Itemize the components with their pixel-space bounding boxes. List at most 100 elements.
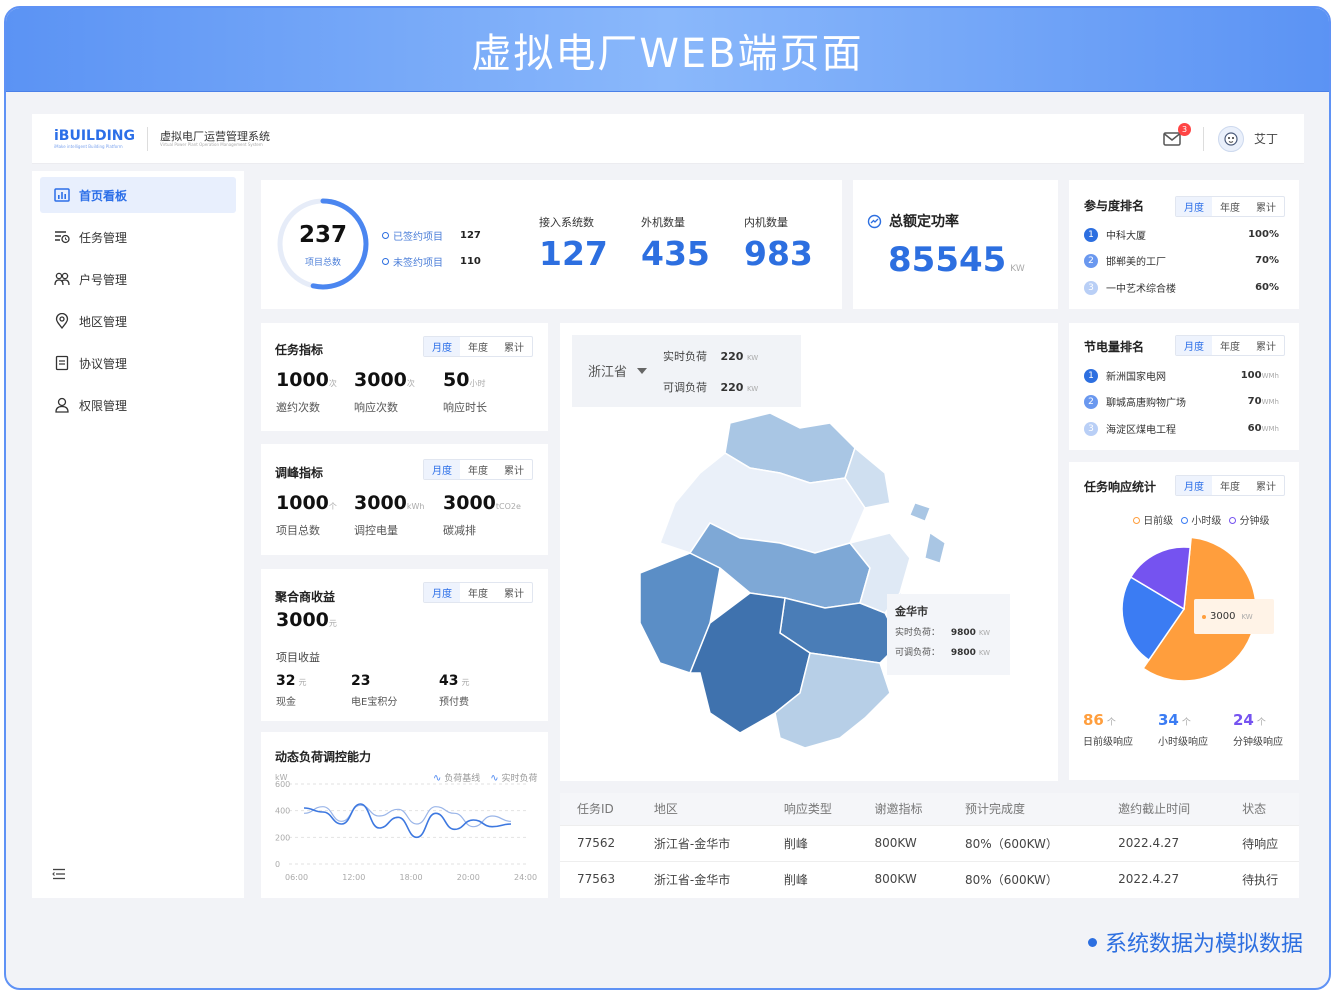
tab-total[interactable]: 累计 [496,583,532,602]
participation-rank-title: 参与度排名 [1084,199,1145,213]
y-tick-label: 600 [275,780,290,789]
peak-period-tabs: 月度 年度 累计 [423,459,533,480]
metric-value: 1000 [276,492,329,514]
table-row[interactable]: 77563 浙江省-金华市 削峰 800KW 80%（600KW） 2022.4… [560,860,1299,897]
page-banner: 虚拟电厂WEB端页面 [6,8,1329,92]
tab-year[interactable]: 年度 [1212,197,1248,216]
tab-month[interactable]: 月度 [424,583,460,602]
rank-value: 70WMh [1248,396,1279,407]
metric-value: 3000 [443,492,496,514]
table-header-row: 任务ID 地区 响应类型 谢邀指标 预计完成度 邀约截止时间 状态 [560,793,1299,825]
dashboard-app: iBUILDING iMake intelligent Building Plat… [32,114,1304,898]
peak-metrics-title: 调峰指标 [275,466,324,480]
completion-cell: 80%（600KW） [948,824,1102,861]
list-item[interactable]: 2 邯郸美的工厂 70% [1084,253,1279,268]
system-stat: 接入系统数 127 [539,214,608,273]
mail-icon [1163,131,1181,146]
revenue-title: 聚合商收益 [275,590,336,604]
gauge-icon [867,214,882,228]
collapse-menu-button[interactable] [52,865,66,884]
system-subtitle: Virtual Power Plant Operation Management… [160,141,263,147]
tab-month[interactable]: 月度 [424,460,460,479]
tab-total[interactable]: 累计 [1248,197,1284,216]
notification-badge: 3 [1177,122,1191,136]
list-item[interactable]: 3 海淀区煤电工程 60WMh [1084,421,1279,436]
chevron-down-icon [637,367,648,374]
participation-rank-card: 参与度排名 月度 年度 累计 1 中科大厦 100% 2 邯郸美的工厂 70% 3 一中艺术综… [1069,180,1299,309]
rank-value-number: 70 [1247,396,1262,407]
sidebar-item-label: 权限管理 [79,398,128,413]
response-type-cell: 削峰 [766,824,858,861]
metric-unit: 元 [298,678,307,687]
outdoor-unit-stat: 外机数量 435 [641,214,710,273]
sidebar-item-accounts[interactable]: 户号管理 [40,261,236,297]
tab-year[interactable]: 年度 [1212,476,1248,495]
dashboard-icon [54,188,70,202]
task-list-icon [55,231,70,244]
sidebar-item-agreements[interactable]: 协议管理 [40,345,236,381]
tab-year[interactable]: 年度 [460,337,496,356]
list-item[interactable]: 3 一中艺术综合楼 60% [1084,280,1279,295]
x-tick-label: 18:00 [400,873,423,882]
region-cell: 浙江省-金华市 [636,860,767,897]
table-row[interactable]: 77562 浙江省-金华市 削峰 800KW 80%（600KW） 2022.4… [560,824,1299,861]
energy-period-tabs: 月度 年度 累计 [1175,335,1285,356]
tab-total[interactable]: 累计 [496,337,532,356]
legend-dot [1133,517,1140,524]
list-item[interactable]: 1 中科大厦 100% [1084,227,1279,242]
tab-year[interactable]: 年度 [460,460,496,479]
tab-month[interactable]: 月度 [1176,197,1212,216]
sidebar-item-regions[interactable]: 地区管理 [40,303,236,339]
tooltip-realtime-label: 实时负荷： [895,628,941,638]
province-map[interactable] [600,393,960,773]
realtime-load-unit: KW [746,354,759,362]
system-stat-value: 127 [539,234,608,273]
response-period-tabs: 月度 年度 累计 [1175,475,1285,496]
province-select[interactable]: 浙江省 [588,361,648,380]
rank-name: 聊城高唐购物广场 [1106,398,1186,409]
mail-button[interactable]: 3 [1163,122,1191,147]
tab-year[interactable]: 年度 [1212,336,1248,355]
y-tick-label: 400 [275,807,290,816]
energy-rank-card: 节电量排名 月度 年度 累计 1 新洲国家电网 100WMh 2 聊城高唐购物广场 70WM… [1069,323,1299,450]
logo[interactable]: iBUILDING iMake intelligent Building Plat… [54,129,135,149]
pie-tooltip-value: 3000 [1210,611,1236,622]
logo-subtitle: iMake intelligent Building Platform [54,143,123,149]
metric-label: 调控电量 [354,524,398,537]
sidebar-item-label: 户号管理 [79,272,128,287]
metric-value: 3000 [354,492,407,514]
rank-number: 3 [1084,421,1098,436]
tab-month[interactable]: 月度 [1176,336,1212,355]
indoor-unit-value: 983 [744,234,813,273]
avatar[interactable] [1217,125,1244,152]
metric-label: 项目总数 [276,524,320,537]
status-cell: 待响应 [1225,824,1299,861]
response-type-cell: 削峰 [766,860,858,897]
revenue-card: 聚合商收益 月度 年度 累计 3000元 项目收益 32 元现金 23 电E宝积分 43… [261,569,548,721]
response-duration: 50小时 响应时长 [443,369,487,415]
sidebar-item-permissions[interactable]: 权限管理 [40,387,236,423]
tab-total[interactable]: 累计 [1248,476,1284,495]
signed-value: 127 [460,230,481,241]
deadline-cell: 2022.4.27 [1101,860,1226,897]
list-item[interactable]: 2 聊城高唐购物广场 70WMh [1084,394,1279,409]
sidebar-item-dashboard[interactable]: 首页看板 [40,177,236,213]
tab-year[interactable]: 年度 [460,583,496,602]
target-cell: 800KW [857,860,949,897]
y-tick-label: 200 [275,833,290,842]
tab-month[interactable]: 月度 [424,337,460,356]
sidebar-item-tasks[interactable]: 任务管理 [40,219,236,255]
list-item[interactable]: 1 新洲国家电网 100WMh [1084,368,1279,383]
legend-minute: 分钟级 [1229,512,1270,527]
tab-total[interactable]: 累计 [496,460,532,479]
tab-total[interactable]: 累计 [1248,336,1284,355]
rank-number: 1 [1084,227,1098,242]
tooltip-adjust-label: 可调负荷： [895,648,941,658]
points-revenue: 23 电E宝积分 [351,670,397,708]
project-total: 237 [298,222,347,248]
tab-month[interactable]: 月度 [1176,476,1212,495]
user-name[interactable]: 艾丁 [1254,130,1278,147]
task-period-tabs: 月度 年度 累计 [423,336,533,357]
rated-power-card: 总额定功率 85545 KW [853,180,1058,309]
prepaid-revenue: 43 元预付费 [439,670,469,708]
